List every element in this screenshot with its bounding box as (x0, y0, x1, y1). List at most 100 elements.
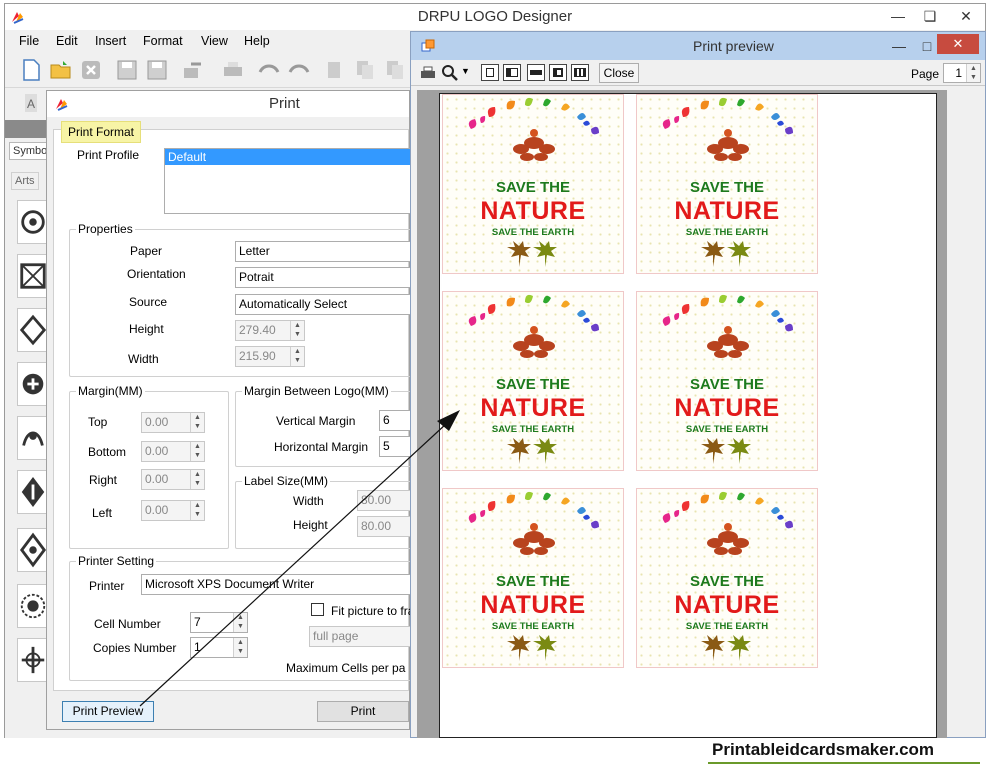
menu-insert[interactable]: Insert (95, 34, 126, 48)
preview-area: SAVE THE NATURE SAVE THE EARTH SAVE THE … (417, 90, 947, 738)
margin-right-field[interactable]: 0.00 ▲ ▼ (141, 469, 205, 490)
tab-arts[interactable]: Arts (11, 172, 39, 190)
logo-line2: NATURE (480, 197, 586, 225)
logo-label: SAVE THE NATURE SAVE THE EARTH (442, 94, 624, 274)
symbol-item[interactable] (17, 200, 49, 244)
label-size-group-label: Label Size(MM) (242, 474, 331, 488)
four-pages-icon[interactable] (549, 64, 567, 81)
copy-icon[interactable] (353, 58, 377, 82)
two-pages-icon[interactable] (503, 64, 521, 81)
symbol-item[interactable] (17, 416, 49, 460)
logo-label: SAVE THE NATURE SAVE THE EARTH (442, 488, 624, 668)
copies-number-label: Copies Number (93, 641, 177, 655)
maple-leaves-graphic (701, 635, 751, 661)
menu-format[interactable]: Format (143, 34, 183, 48)
fit-mode-select[interactable]: full page (309, 626, 413, 647)
menu-edit[interactable]: Edit (56, 34, 78, 48)
symbol-item[interactable] (17, 528, 49, 572)
paper-select[interactable]: Letter (235, 241, 411, 262)
cell-number-field[interactable]: 7 ▲ ▼ (190, 612, 248, 633)
height-field[interactable]: 279.40 ▲ ▼ (235, 320, 305, 341)
preview-close-button[interactable]: Close (599, 63, 639, 83)
label-width-field[interactable]: 80.00 (357, 490, 413, 511)
minimize-button[interactable]: — (883, 4, 913, 28)
preview-page: SAVE THE NATURE SAVE THE EARTH SAVE THE … (439, 93, 937, 738)
maximize-button[interactable]: ❏ (915, 4, 945, 28)
logo-line2: NATURE (674, 394, 780, 422)
paper-label: Paper (130, 244, 163, 258)
logo-label: SAVE THE NATURE SAVE THE EARTH (442, 291, 624, 471)
tab-symbols[interactable]: Symbo (9, 142, 52, 160)
save-icon[interactable] (115, 58, 139, 82)
export-icon[interactable] (181, 58, 205, 82)
maple-leaves-graphic (701, 438, 751, 464)
menu-view[interactable]: View (201, 34, 228, 48)
logo-line1: SAVE THE (496, 179, 570, 196)
undo-icon[interactable] (257, 58, 281, 82)
orientation-select[interactable]: Potrait (235, 267, 411, 288)
logo-label: SAVE THE NATURE SAVE THE EARTH (636, 488, 818, 668)
source-select[interactable]: Automatically Select (235, 294, 411, 315)
save-as-icon[interactable] (145, 58, 169, 82)
symbol-item[interactable] (17, 584, 49, 628)
horizontal-margin-field[interactable]: 5 (379, 436, 413, 457)
symbol-item[interactable] (17, 470, 49, 514)
preview-minimize-button[interactable]: — (885, 32, 913, 60)
redo-icon[interactable] (287, 58, 311, 82)
print-preview-button[interactable]: Print Preview (62, 701, 154, 722)
app-logo-icon (12, 12, 24, 24)
logo-line3: SAVE THE EARTH (685, 424, 769, 435)
cell-number-label: Cell Number (94, 617, 161, 631)
maple-leaves-graphic (701, 241, 751, 267)
svg-text:A: A (27, 97, 35, 111)
margin-bottom-field[interactable]: 0.00 ▲ ▼ (141, 441, 205, 462)
print-button[interactable]: Print (317, 701, 409, 722)
menu-help[interactable]: Help (244, 34, 270, 48)
margin-top-field[interactable]: 0.00 ▲ ▼ (141, 412, 205, 433)
margin-left-field[interactable]: 0.00 ▲ ▼ (141, 500, 205, 521)
logo-line2: NATURE (674, 197, 780, 225)
margin-top-label: Top (88, 415, 108, 429)
one-page-icon[interactable] (481, 64, 499, 81)
preview-close-window-button[interactable]: ✕ (937, 34, 979, 54)
symbol-item[interactable] (17, 308, 49, 352)
brand-watermark: Printableidcardsmaker.com (712, 740, 935, 759)
margin-bottom-label: Bottom (88, 445, 127, 459)
main-toolbar (5, 54, 415, 88)
fit-picture-checkbox[interactable] (311, 603, 324, 616)
menu-file[interactable]: File (19, 34, 39, 48)
label-height-field[interactable]: 80.00 (357, 516, 413, 537)
print-profile-item[interactable]: Default (165, 149, 413, 165)
open-icon[interactable] (49, 58, 73, 82)
paste-icon[interactable] (383, 58, 407, 82)
symbol-item[interactable] (17, 638, 49, 682)
properties-group-label: Properties (76, 222, 135, 236)
close-button[interactable]: ✕ (949, 4, 983, 28)
symbol-item[interactable] (17, 254, 49, 298)
width-field[interactable]: 215.90 ▲ ▼ (235, 346, 305, 367)
margin-left-label: Left (92, 506, 113, 520)
three-pages-icon[interactable] (527, 64, 545, 81)
library-panel: Symbo Arts (5, 118, 52, 690)
six-pages-icon[interactable] (571, 64, 589, 81)
print-icon[interactable] (221, 58, 245, 82)
new-icon[interactable] (19, 58, 43, 82)
vertical-margin-field[interactable]: 6 (379, 410, 413, 431)
cut-icon[interactable] (323, 58, 347, 82)
maple-leaves-graphic (507, 438, 557, 464)
zoom-dropdown-icon[interactable]: ▼ (461, 66, 470, 76)
height-label: Height (129, 322, 164, 336)
copies-number-field[interactable]: 1 ▲ ▼ (190, 637, 248, 658)
page-number-field[interactable]: 1 ▲ ▼ (943, 63, 981, 83)
tab-print-format[interactable]: Print Format (61, 121, 142, 143)
zoom-icon[interactable] (441, 64, 459, 82)
print-profile-list[interactable]: Default (164, 148, 414, 214)
printer-select[interactable]: Microsoft XPS Document Writer (141, 574, 413, 595)
symbol-item[interactable] (17, 362, 49, 406)
logo-line3: SAVE THE EARTH (491, 424, 575, 435)
maple-leaves-graphic (507, 635, 557, 661)
delete-icon[interactable] (79, 58, 103, 82)
text-tool-icon[interactable]: A (19, 91, 43, 115)
max-cells-label: Maximum Cells per pa (286, 661, 406, 675)
print-icon[interactable] (419, 64, 437, 82)
